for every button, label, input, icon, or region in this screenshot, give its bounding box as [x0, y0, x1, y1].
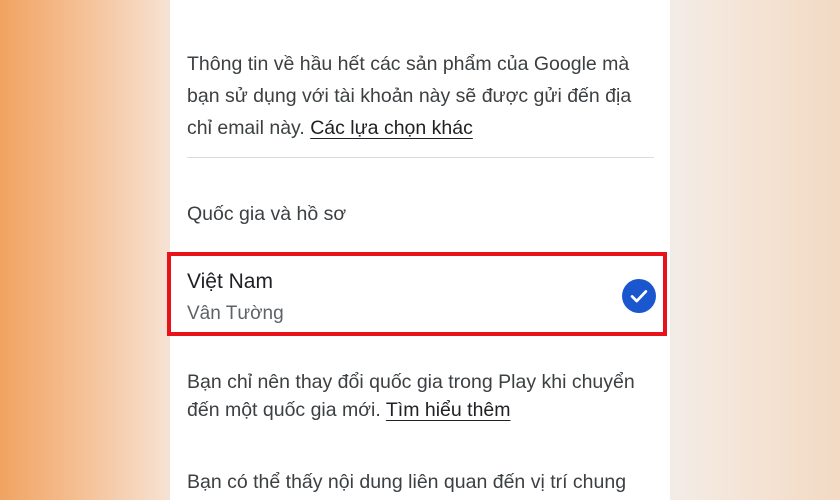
account-info-text: Thông tin về hầu hết các sản phẩm của Go…: [187, 48, 657, 144]
check-circle-icon: [622, 279, 656, 313]
country-profile-heading: Quốc gia và hồ sơ: [187, 203, 347, 225]
other-options-link[interactable]: Các lựa chọn khác: [310, 117, 473, 139]
checkmark-icon: [630, 290, 648, 303]
learn-more-link[interactable]: Tìm hiểu thêm: [386, 399, 511, 421]
section-divider: [187, 157, 654, 158]
location-notice: Bạn có thể thấy nội dung liên quan đến v…: [187, 471, 627, 493]
country-name: Việt Nam: [187, 270, 273, 293]
change-country-notice: Bạn chỉ nên thay đổi quốc gia trong Play…: [187, 368, 657, 424]
settings-screen: Thông tin về hầu hết các sản phẩm của Go…: [167, 0, 670, 500]
country-option-vietnam[interactable]: Việt Nam Vân Tường: [167, 252, 667, 336]
profile-name: Vân Tường: [187, 303, 284, 324]
